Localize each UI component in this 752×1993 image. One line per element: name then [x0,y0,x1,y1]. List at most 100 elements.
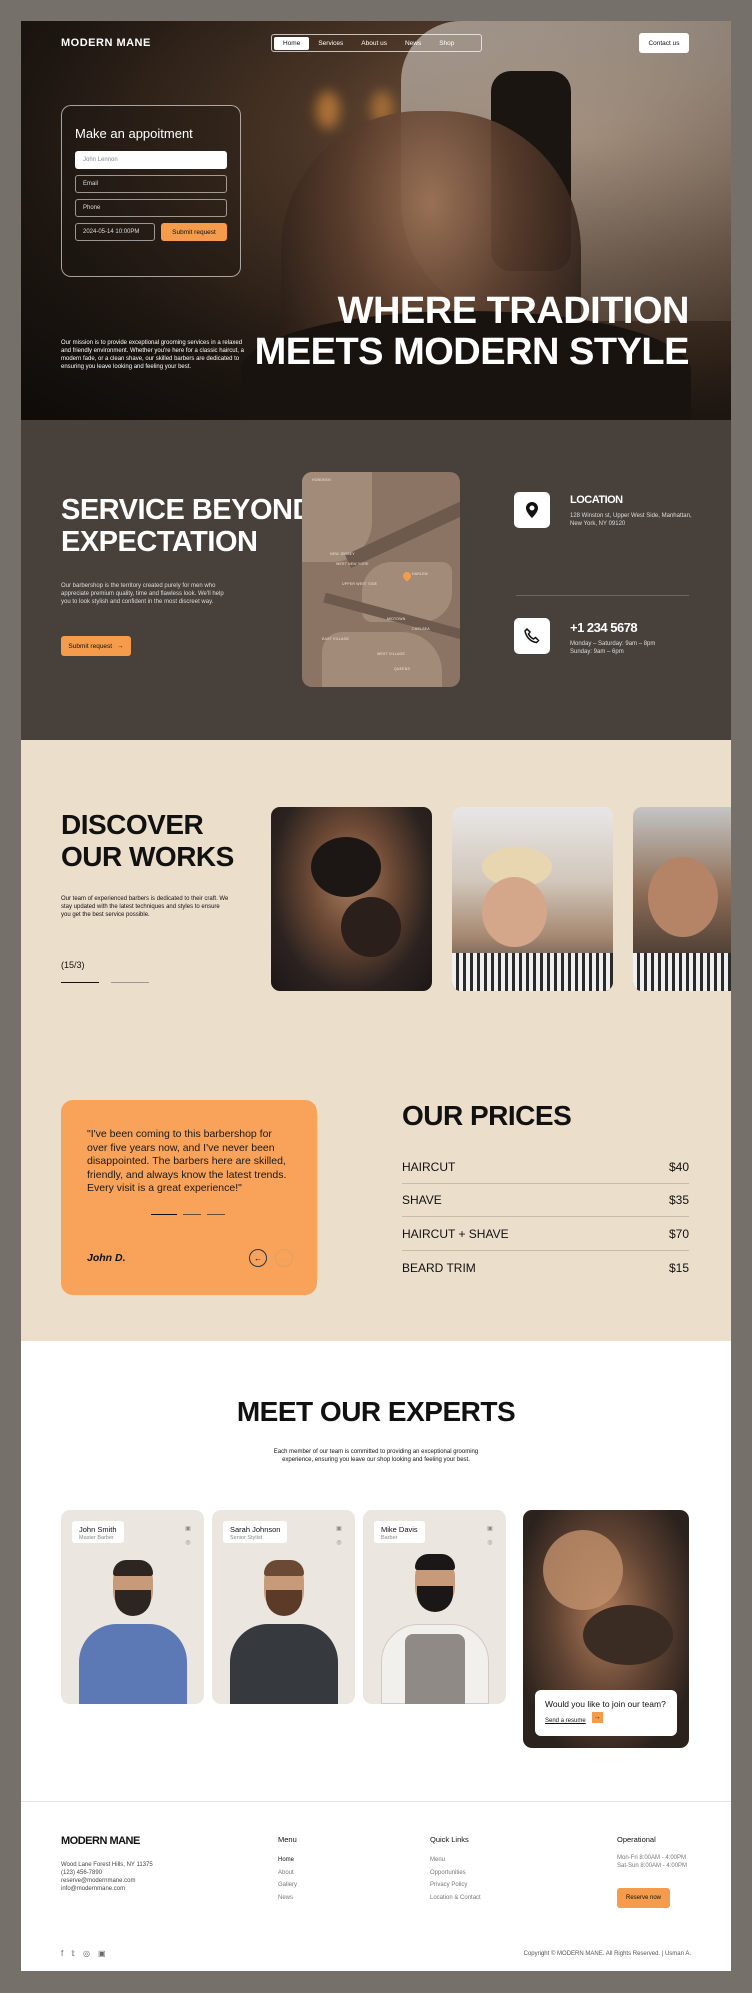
nav-home[interactable]: Home [274,36,310,50]
footer-link[interactable]: Home [278,1854,297,1867]
footer-logo[interactable]: MODERN MANE [61,1835,140,1847]
location-map[interactable]: HOBOKEN NEW JERSEY WEST NEW YORK UPPER W… [302,472,460,687]
contact-us-button[interactable]: Contact us [639,33,689,53]
map-label: HARLEM [412,572,428,576]
linkedin-icon[interactable]: ▣ [98,1949,106,1958]
facebook-icon[interactable]: f [61,1949,63,1958]
price-item-name: BEARD TRIM [402,1260,476,1275]
expert-card[interactable]: Sarah Johnson Senior Stylist ▣ ◎ [212,1510,355,1704]
expert-apron [404,1634,465,1704]
service-submit-button[interactable]: Submit request → [61,636,131,656]
footer-social: f 𝕥 ◎ ▣ [61,1949,106,1958]
arrow-right-icon: → [117,642,124,650]
testimonial-author: John D. [87,1252,126,1264]
testimonial-quote: "I've been coming to this barbershop for… [87,1128,287,1194]
prev-arrow-icon[interactable] [61,982,99,983]
expert-card[interactable]: Mike Davis Barber ▣ ◎ [363,1510,506,1704]
expert-social: ▣ ◎ [184,1522,192,1550]
expert-name: Mike Davis [381,1525,418,1534]
price-row: SHAVE $35 [402,1184,689,1217]
prev-testimonial-icon[interactable]: ← [249,1249,267,1267]
next-arrow-icon[interactable] [111,982,149,983]
appointment-title: Make an appoitment [75,126,193,141]
instagram-icon[interactable]: ◎ [335,1536,343,1550]
price-item-value: $15 [668,1260,689,1275]
expert-beard [416,1586,453,1612]
location-title: LOCATION [570,494,623,506]
twitter-icon[interactable]: 𝕥 [71,1949,75,1958]
service-title-line-2: EXPECTATION [61,526,258,558]
price-item-value: $70 [668,1227,689,1241]
service-submit-label: Submit request [68,642,113,650]
address-line: Wood Lane Forest Hills, NY 11375 [61,1862,153,1868]
phone-number[interactable]: +1 234 5678 [570,620,638,635]
email-field[interactable]: Email [75,175,227,193]
expert-role: Barber [381,1535,398,1541]
slider-dot[interactable] [183,1214,201,1215]
datetime-field[interactable]: 2024-05-14 10:00PM [75,223,155,241]
lamp-glow [316,91,340,129]
price-item-value: $35 [668,1193,689,1207]
phone-hours: Monday – Saturday: 9am – 8pm Sunday: 9am… [570,640,700,656]
nav-news[interactable]: News [396,37,430,50]
instagram-icon[interactable]: ◎ [486,1536,494,1550]
footer-link[interactable]: Location & Contact [430,1892,481,1905]
hours-line: Mon-Fri 8:00AM - 4:00PM [617,1855,687,1861]
linkedin-icon[interactable]: ▣ [184,1522,192,1536]
hero-headline-line-1: WHERE TRADITION [337,290,690,332]
next-testimonial-icon[interactable]: → [275,1249,293,1267]
email-line[interactable]: info@modernmane.com [61,1885,153,1893]
footer-link[interactable]: News [278,1892,297,1905]
name-field[interactable]: John Lennon [75,151,227,169]
phone-field[interactable]: Phone [75,199,227,217]
slider-dot[interactable] [207,1214,225,1215]
submit-request-button[interactable]: Submit request [161,223,227,241]
instagram-icon[interactable]: ◎ [184,1536,192,1550]
nav-services[interactable]: Services [309,37,352,50]
expert-name: John Smith [79,1525,117,1534]
works-title: DISCOVER OUR WORKS [61,809,234,873]
expert-tag: John Smith Master Barber [72,1521,124,1543]
slide-counter: (15/3) [61,960,85,970]
footer-address: Wood Lane Forest Hills, NY 11375 (123) 4… [61,1861,153,1893]
join-team-card[interactable]: Would you like to join our team? Send a … [523,1510,689,1748]
work-photo-2[interactable] [452,807,613,991]
service-section: SERVICE BEYOND EXPECTATION Our barbersho… [21,420,731,740]
footer-operational: Operational Mon-Fri 8:00AM - 4:00PM Sat-… [617,1835,687,1870]
expert-name: Sarah Johnson [230,1525,281,1534]
linkedin-icon[interactable]: ▣ [335,1522,343,1536]
footer-op-title: Operational [617,1835,656,1844]
work-photo-1[interactable] [271,807,432,991]
nav-about[interactable]: About us [352,37,396,50]
expert-hair [112,1560,153,1576]
work-photo-3[interactable] [633,807,731,991]
map-label: WEST VILLAGE [377,652,406,656]
phone-line: (123) 456-7890 [61,1870,103,1876]
arrow-right-icon[interactable]: → [591,1712,603,1724]
instagram-icon[interactable]: ◎ [83,1949,90,1958]
reserve-now-button[interactable]: Reserve now [617,1888,670,1908]
send-resume-link[interactable]: Send a resume [545,1718,586,1724]
footer-link[interactable]: Gallery [278,1879,297,1892]
site-logo[interactable]: MODERN MANE [61,37,151,49]
footer-link[interactable]: Opportunities [430,1867,481,1880]
expert-role: Master Barber [79,1535,114,1541]
phone-icon [514,618,550,654]
footer-quick-links: Quick Links Menu Opportunities Privacy P… [430,1835,481,1904]
footer-menu-title: Menu [278,1835,297,1844]
location-address: 128 Winston st, Upper West Side, Manhatt… [570,513,692,527]
footer-link[interactable]: Menu [430,1854,481,1867]
email-line[interactable]: reserve@modernmane.com [61,1877,153,1885]
linkedin-icon[interactable]: ▣ [486,1522,494,1536]
experts-description: Each member of our team is committed to … [273,1449,479,1463]
works-description: Our team of experienced barbers is dedic… [61,896,229,918]
expert-photo [229,1624,338,1704]
nav-shop[interactable]: Shop [430,37,463,50]
footer-link[interactable]: About [278,1867,297,1880]
expert-card[interactable]: John Smith Master Barber ▣ ◎ [61,1510,204,1704]
slider-dot-active[interactable] [151,1214,177,1215]
footer-link[interactable]: Privacy Policy [430,1879,481,1892]
map-label: MIDTOWN [387,617,406,621]
works-title-line-2: OUR WORKS [61,841,234,872]
expert-tag: Sarah Johnson Senior Stylist [223,1521,288,1543]
